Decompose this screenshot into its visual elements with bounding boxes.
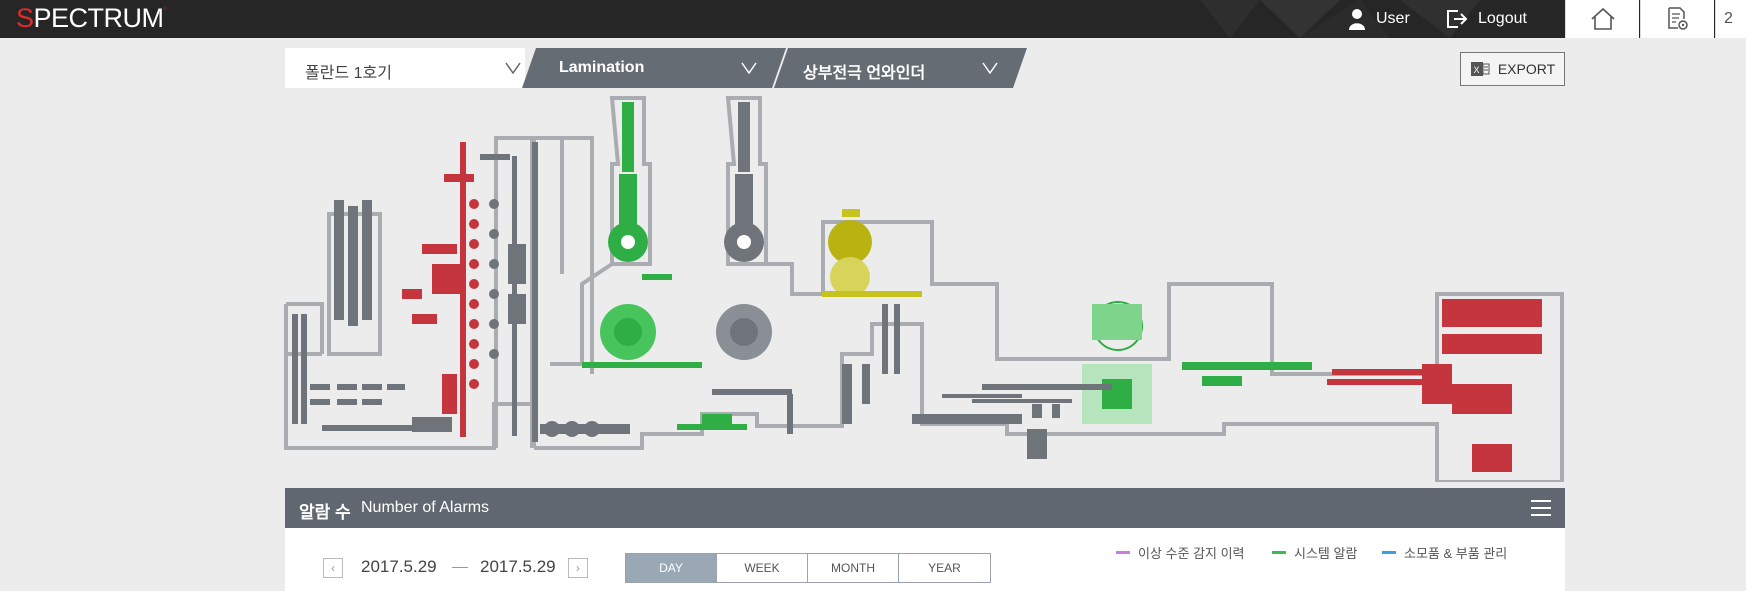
legend-swatch — [1382, 551, 1396, 554]
excel-icon: X — [1470, 62, 1490, 76]
period-day[interactable]: DAY — [626, 554, 717, 582]
chevron-left-icon: ‹ — [331, 561, 335, 575]
chevron-right-icon: › — [576, 561, 580, 575]
gray-midline — [842, 304, 1060, 459]
date-separator — [452, 567, 468, 568]
period-week[interactable]: WEEK — [717, 554, 808, 582]
user-label: User — [1376, 10, 1410, 27]
legend-swatch — [1272, 551, 1286, 554]
red-right — [1327, 299, 1542, 472]
home-button[interactable] — [1565, 0, 1639, 38]
extra-label: 2 — [1724, 10, 1733, 27]
svg-text:X: X — [1473, 65, 1479, 75]
export-label: EXPORT — [1497, 61, 1556, 77]
green-center — [1082, 301, 1312, 424]
equipment-dropdown[interactable]: 상부전극 언와인더 — [786, 48, 1026, 88]
floor-walls — [284, 96, 1564, 482]
gray-machine — [712, 102, 793, 434]
red-machine-column — [402, 142, 479, 437]
legend-anomaly[interactable]: 이상 수준 감지 이력 — [1116, 543, 1245, 562]
app-logo[interactable]: SPECTRUM◦ — [16, 3, 167, 34]
home-icon — [1590, 7, 1615, 30]
date-to: 2017.5.29 — [480, 557, 556, 576]
legend-swatch — [1116, 551, 1130, 554]
date-from: 2017.5.29 — [361, 557, 437, 576]
report-settings-icon — [1667, 7, 1688, 30]
top-bar: SPECTRUM◦ User Logout 2 — [0, 0, 1746, 38]
period-month[interactable]: MONTH — [808, 554, 899, 582]
alarm-header: 알람 수 Number of Alarms — [285, 488, 1565, 528]
gray-machine-column — [480, 154, 526, 359]
process-value: Lamination — [559, 59, 645, 76]
logout-icon — [1447, 10, 1468, 28]
report-settings-button[interactable] — [1640, 0, 1714, 38]
plant-dropdown[interactable]: 폴란드 1호기 — [285, 48, 525, 88]
user-link[interactable]: User — [1348, 0, 1410, 38]
logout-label: Logout — [1478, 10, 1527, 27]
process-dropdown[interactable]: Lamination — [536, 48, 776, 88]
period-selector: DAY WEEK MONTH YEAR — [625, 553, 991, 583]
prev-date-button[interactable]: ‹ — [323, 558, 343, 578]
export-button[interactable]: X EXPORT — [1460, 52, 1565, 86]
chevron-down-icon — [505, 62, 521, 74]
gray-conveyor — [540, 421, 630, 437]
legend-label: 소모품 & 부품 관리 — [1404, 546, 1508, 561]
next-date-button[interactable]: › — [568, 558, 588, 578]
legend-label: 이상 수준 감지 이력 — [1138, 546, 1245, 561]
factory-layout-diagram — [284, 96, 1564, 482]
legend-label: 시스템 알람 — [1294, 546, 1358, 561]
equipment-value: 상부전극 언와인더 — [803, 65, 926, 82]
plant-value: 폴란드 1호기 — [305, 65, 392, 82]
legend-system-alarm[interactable]: 시스템 알람 — [1272, 543, 1357, 562]
logout-link[interactable]: Logout — [1446, 0, 1527, 38]
legend-consumables[interactable]: 소모품 & 부품 관리 — [1382, 543, 1507, 562]
menu-icon[interactable] — [1531, 500, 1551, 516]
chevron-down-icon — [741, 62, 757, 74]
alarm-title-en: Number of Alarms — [361, 499, 490, 516]
alarm-title-kr: 알람 수 — [299, 503, 351, 522]
user-icon — [1349, 9, 1365, 30]
chevron-down-icon — [982, 62, 998, 74]
period-year[interactable]: YEAR — [899, 554, 990, 582]
extra-button[interactable]: 2 — [1715, 0, 1746, 38]
